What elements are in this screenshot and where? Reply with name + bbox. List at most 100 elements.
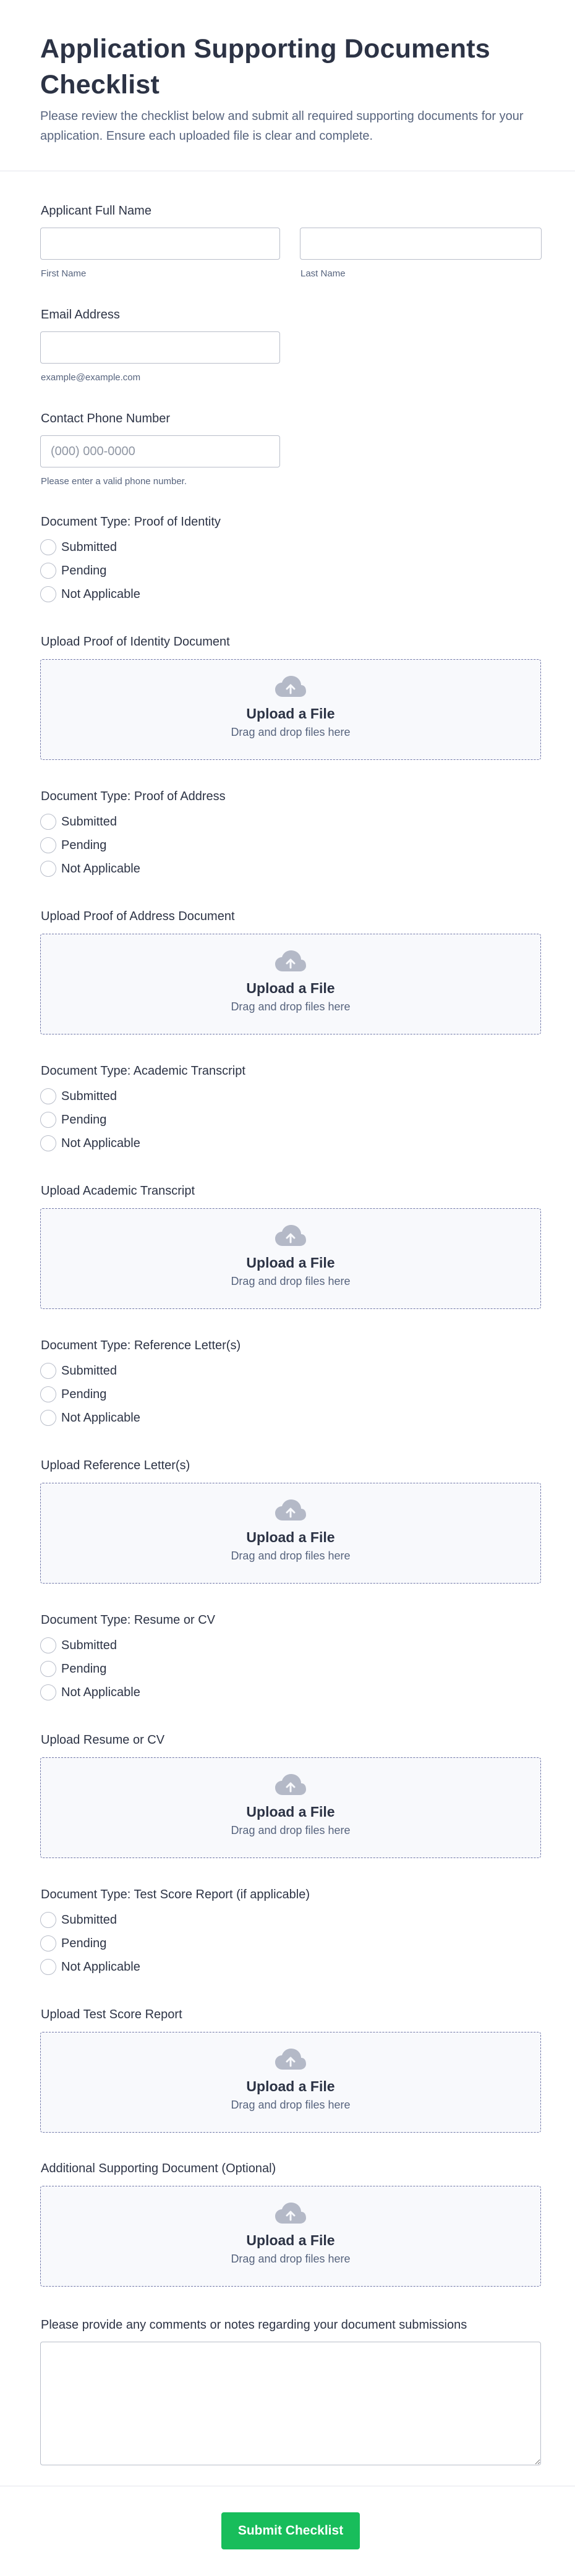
page-title: Application Supporting Documents Checkli… <box>40 34 490 100</box>
radio-button[interactable] <box>40 1959 56 1975</box>
radio-option[interactable]: Pending <box>40 834 106 857</box>
radio-button[interactable] <box>40 1410 56 1426</box>
radio-option-label: Submitted <box>61 814 117 829</box>
cloud-upload-icon <box>275 2049 306 2070</box>
additional-document-label: Additional Supporting Document (Optional… <box>41 2162 276 2175</box>
phone-input[interactable] <box>40 435 280 467</box>
submit-button[interactable]: Submit Checklist <box>221 2512 360 2549</box>
upload-title: Upload a File <box>246 980 335 996</box>
radio-option[interactable]: Submitted <box>40 1908 117 1932</box>
radio-option[interactable]: Submitted <box>40 535 117 559</box>
comments-label: Please provide any comments or notes reg… <box>41 2318 467 2332</box>
upload-label: Upload Test Score Report <box>41 2008 182 2021</box>
radio-button[interactable] <box>40 1637 56 1653</box>
upload-dropzone[interactable]: Upload a File Drag and drop files here <box>40 1208 541 1309</box>
upload-label: Upload Reference Letter(s) <box>41 1459 190 1472</box>
radio-option-label: Pending <box>61 1387 107 1401</box>
radio-option-label: Submitted <box>61 540 117 554</box>
document-type-label: Document Type: Proof of Address <box>41 790 226 803</box>
radio-option-label: Not Applicable <box>61 1136 140 1150</box>
radio-option[interactable]: Pending <box>40 1383 106 1406</box>
upload-subtitle: Drag and drop files here <box>231 2253 351 2265</box>
form-footer: Submit Checklist <box>0 2486 575 2576</box>
radio-button[interactable] <box>40 1661 56 1677</box>
upload-dropzone[interactable]: Upload a File Drag and drop files here <box>40 1757 541 1858</box>
radio-button[interactable] <box>40 861 56 877</box>
radio-option-label: Pending <box>61 838 107 852</box>
email-label: Email Address <box>41 308 120 322</box>
upload-dropzone[interactable]: Upload a File Drag and drop files here <box>40 2032 541 2133</box>
radio-option-label: Not Applicable <box>61 1685 140 1699</box>
phone-sublabel: Please enter a valid phone number. <box>41 476 187 487</box>
radio-button[interactable] <box>40 837 56 853</box>
radio-option[interactable]: Not Applicable <box>40 1955 140 1979</box>
comments-textarea[interactable] <box>40 2342 541 2465</box>
radio-option[interactable]: Pending <box>40 1108 106 1132</box>
cloud-upload-icon <box>275 676 306 697</box>
email-sublabel: example@example.com <box>41 372 141 383</box>
radio-option-label: Not Applicable <box>61 1410 140 1425</box>
radio-button[interactable] <box>40 1912 56 1928</box>
radio-button[interactable] <box>40 1935 56 1951</box>
radio-option[interactable]: Not Applicable <box>40 857 140 881</box>
radio-option[interactable]: Submitted <box>40 1634 117 1657</box>
phone-label: Contact Phone Number <box>41 412 171 425</box>
radio-option[interactable]: Not Applicable <box>40 1681 140 1704</box>
upload-title: Upload a File <box>246 1804 335 1820</box>
radio-button[interactable] <box>40 1684 56 1700</box>
upload-subtitle: Drag and drop files here <box>231 1550 351 1562</box>
radio-option[interactable]: Submitted <box>40 1359 117 1383</box>
upload-label: Upload Proof of Identity Document <box>41 635 230 649</box>
upload-subtitle: Drag and drop files here <box>231 1275 351 1287</box>
radio-button[interactable] <box>40 1112 56 1128</box>
upload-title: Upload a File <box>246 706 335 722</box>
radio-button[interactable] <box>40 539 56 555</box>
radio-option-label: Not Applicable <box>61 1960 140 1974</box>
radio-option-label: Not Applicable <box>61 861 140 876</box>
radio-option-label: Submitted <box>61 1089 117 1103</box>
radio-button[interactable] <box>40 563 56 579</box>
full-name-label: Applicant Full Name <box>41 204 151 218</box>
radio-button[interactable] <box>40 586 56 602</box>
radio-option-label: Pending <box>61 1936 107 1950</box>
cloud-upload-icon <box>275 1499 306 1520</box>
email-input[interactable] <box>40 331 280 364</box>
radio-option-label: Submitted <box>61 1638 117 1652</box>
radio-option[interactable]: Submitted <box>40 1085 117 1108</box>
upload-dropzone[interactable]: Upload a File Drag and drop files here <box>40 1483 541 1584</box>
additional-upload-dropzone[interactable]: Upload a File Drag and drop files here <box>40 2186 541 2287</box>
radio-button[interactable] <box>40 1135 56 1151</box>
document-type-label: Document Type: Academic Transcript <box>41 1064 245 1078</box>
first-name-input[interactable] <box>40 228 280 260</box>
upload-subtitle: Drag and drop files here <box>231 1824 351 1836</box>
radio-option[interactable]: Not Applicable <box>40 1132 140 1155</box>
page-description: Please review the checklist below and su… <box>40 109 524 143</box>
upload-label: Upload Proof of Address Document <box>41 910 235 923</box>
radio-option-label: Submitted <box>61 1913 117 1927</box>
upload-label: Upload Academic Transcript <box>41 1184 195 1198</box>
radio-option[interactable]: Pending <box>40 1657 106 1681</box>
upload-dropzone[interactable]: Upload a File Drag and drop files here <box>40 934 541 1034</box>
last-name-input[interactable] <box>300 228 542 260</box>
last-name-sublabel: Last Name <box>300 268 346 279</box>
radio-button[interactable] <box>40 814 56 830</box>
document-type-label: Document Type: Reference Letter(s) <box>41 1339 241 1352</box>
radio-button[interactable] <box>40 1088 56 1104</box>
upload-dropzone[interactable]: Upload a File Drag and drop files here <box>40 659 541 760</box>
radio-option-label: Pending <box>61 563 107 578</box>
radio-option[interactable]: Pending <box>40 559 106 582</box>
radio-button[interactable] <box>40 1386 56 1402</box>
cloud-upload-icon <box>275 2203 306 2224</box>
upload-title: Upload a File <box>246 1255 335 1271</box>
radio-option[interactable]: Not Applicable <box>40 1406 140 1430</box>
radio-option-label: Pending <box>61 1661 107 1676</box>
document-type-label: Document Type: Proof of Identity <box>41 515 221 529</box>
radio-button[interactable] <box>40 1363 56 1379</box>
radio-option-label: Pending <box>61 1112 107 1127</box>
radio-option[interactable]: Not Applicable <box>40 582 140 606</box>
radio-option[interactable]: Submitted <box>40 810 117 834</box>
form-header: Application Supporting Documents Checkli… <box>0 0 575 171</box>
upload-subtitle: Drag and drop files here <box>231 726 351 738</box>
radio-option[interactable]: Pending <box>40 1932 106 1955</box>
upload-label: Upload Resume or CV <box>41 1733 165 1747</box>
